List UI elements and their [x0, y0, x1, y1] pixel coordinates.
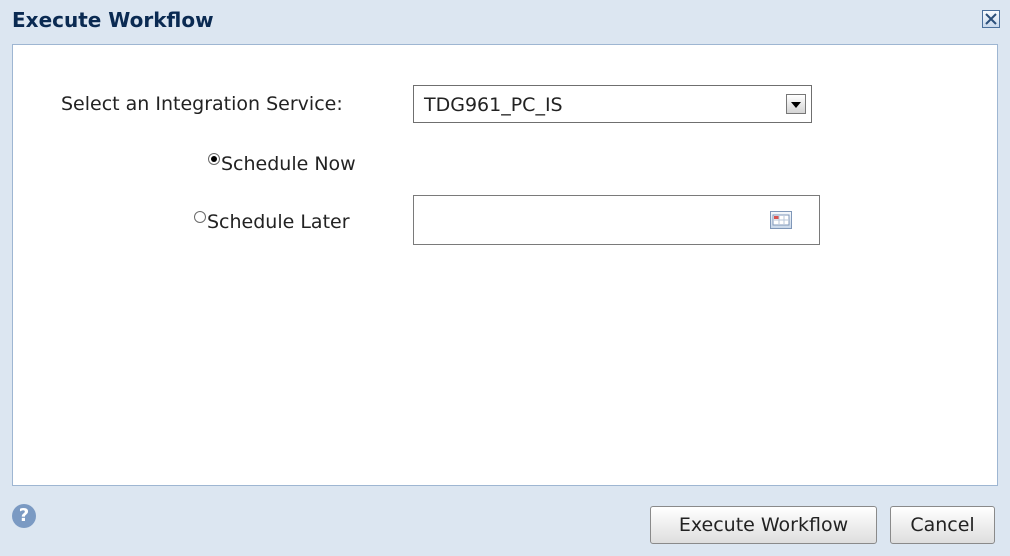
calendar-grid-icon: [772, 214, 790, 226]
dialog-titlebar: Execute Workflow: [0, 0, 1010, 44]
schedule-later-radio[interactable]: [194, 211, 206, 223]
schedule-now-radio[interactable]: [208, 153, 220, 165]
integration-service-value: TDG961_PC_IS: [424, 94, 563, 116]
execute-workflow-dialog: Execute Workflow Select an Integration S…: [0, 0, 1010, 556]
help-icon[interactable]: ?: [12, 504, 36, 528]
calendar-icon[interactable]: [770, 211, 792, 229]
integration-service-label: Select an Integration Service:: [61, 93, 343, 115]
dialog-content: Select an Integration Service: TDG961_PC…: [12, 44, 998, 486]
close-button[interactable]: [982, 10, 1000, 28]
dialog-footer: ? Execute Workflow Cancel: [0, 486, 1010, 556]
chevron-down-icon[interactable]: [786, 94, 806, 114]
schedule-now-label: Schedule Now: [221, 153, 356, 175]
close-icon: [985, 13, 997, 25]
integration-service-select[interactable]: TDG961_PC_IS: [413, 85, 812, 123]
cancel-button[interactable]: Cancel: [890, 506, 995, 544]
dialog-title: Execute Workflow: [12, 8, 214, 32]
schedule-later-datetime-input[interactable]: [413, 195, 820, 245]
schedule-later-label: Schedule Later: [207, 211, 350, 233]
execute-workflow-button[interactable]: Execute Workflow: [650, 506, 877, 544]
